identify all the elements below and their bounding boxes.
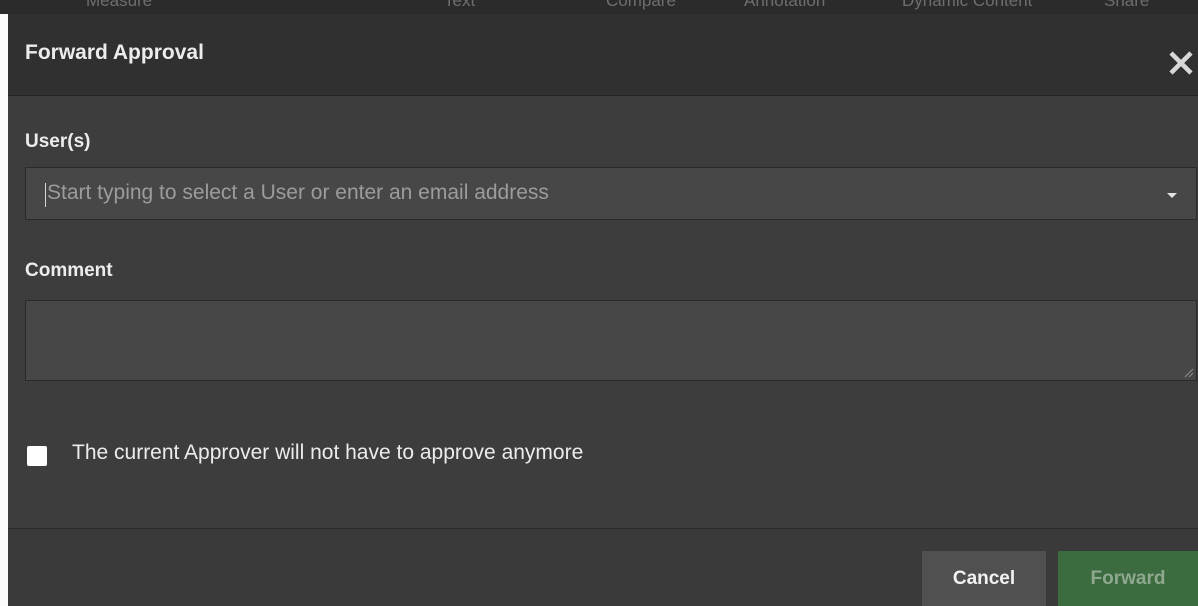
toolbar-item-text[interactable]: Text	[444, 0, 475, 11]
approver-checkbox-row[interactable]: The current Approver will not have to ap…	[27, 441, 747, 471]
cancel-button[interactable]: Cancel	[922, 551, 1046, 606]
approver-checkbox[interactable]	[27, 446, 47, 466]
text-caret	[45, 183, 46, 207]
close-icon[interactable]	[1166, 48, 1196, 78]
dialog-header: Forward Approval	[8, 14, 1198, 96]
forward-approval-dialog: Forward Approval User(s) Start typing to…	[8, 14, 1198, 606]
toolbar-item-measure[interactable]: Measure	[86, 0, 152, 11]
toolbar-item-share[interactable]: Share	[1104, 0, 1149, 11]
users-label: User(s)	[25, 131, 91, 152]
users-input[interactable]: Start typing to select a User or enter a…	[25, 167, 1197, 220]
approver-checkbox-label[interactable]: The current Approver will not have to ap…	[72, 441, 583, 465]
toolbar-item-annotation[interactable]: Annotation	[744, 0, 825, 11]
caret-down-icon[interactable]	[1160, 185, 1184, 205]
forward-button[interactable]: Forward	[1058, 551, 1198, 606]
close-button[interactable]	[1166, 48, 1196, 78]
dialog-footer: Cancel Forward	[8, 528, 1198, 606]
toolbar-item-compare[interactable]: Compare	[606, 0, 676, 11]
comment-label: Comment	[25, 260, 113, 281]
toolbar-item-dynamic-content[interactable]: Dynamic Content	[902, 0, 1032, 11]
users-placeholder: Start typing to select a User or enter a…	[47, 181, 549, 204]
resize-grip-icon[interactable]	[1183, 367, 1194, 378]
background-toolbar: Measure Text Compare Annotation Dynamic …	[0, 0, 1198, 14]
comment-textarea[interactable]	[25, 300, 1197, 381]
dialog-title: Forward Approval	[25, 41, 204, 64]
